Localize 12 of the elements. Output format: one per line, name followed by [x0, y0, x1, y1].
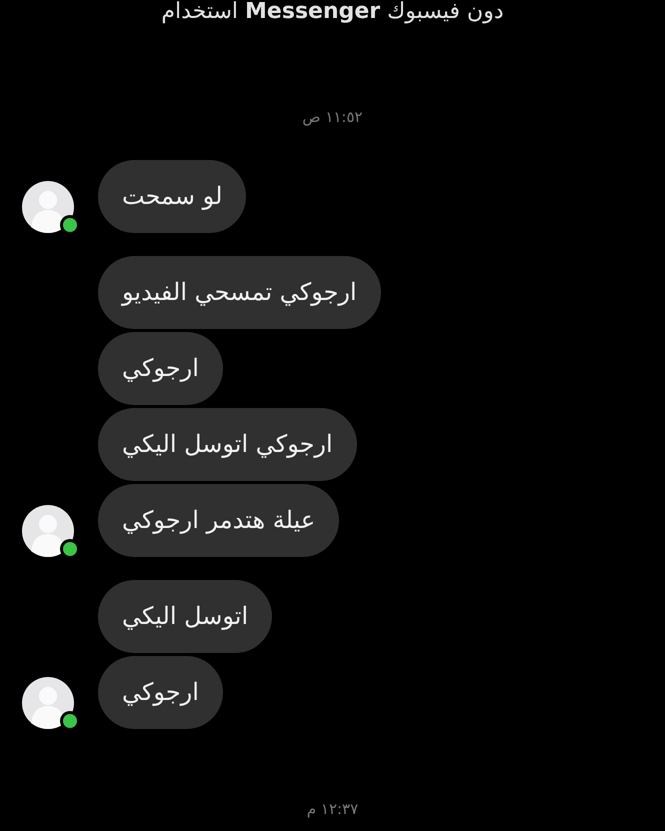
avatar-icon[interactable] [22, 181, 74, 233]
timestamp: ١١:٥٢ ص [302, 107, 363, 127]
message-bubble: لو سمحت [98, 160, 246, 233]
message-bubble: ارجوكي [98, 332, 223, 405]
message-bubble: ارجوكي [98, 656, 223, 729]
message-bubble: اتوسل اليكي [98, 580, 272, 653]
avatar-icon[interactable] [22, 677, 74, 729]
message-bubble: عيلة هتدمر ارجوكي [98, 484, 340, 557]
avatar-icon[interactable] [22, 505, 74, 557]
message-bubble: ارجوكي اتوسل اليكي [98, 408, 357, 481]
message-bubble: ارجوكي تمسحي الفيديو [98, 256, 381, 329]
timestamp: ١٢:٣٧ م [306, 799, 358, 819]
